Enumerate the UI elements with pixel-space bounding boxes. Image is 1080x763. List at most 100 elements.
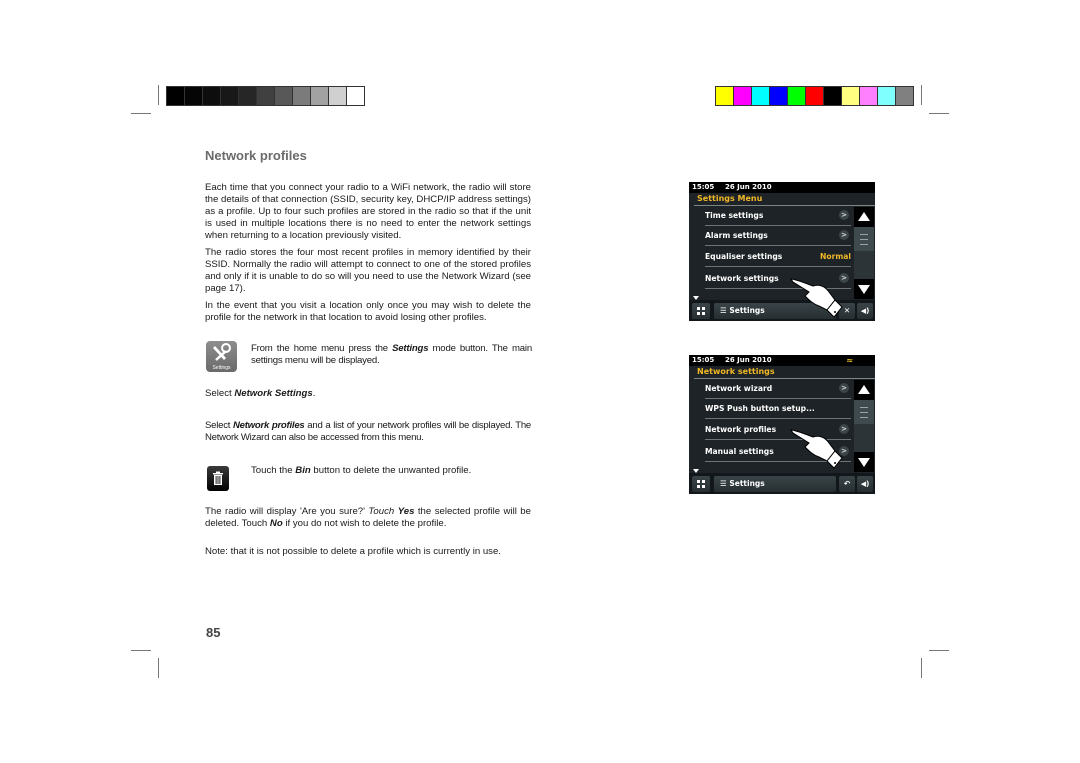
bottom-bar: ☰ Settings ✕ ◀)	[689, 300, 875, 321]
menu-item-alarm-settings[interactable]: Alarm settings >	[705, 226, 851, 246]
radio-screen-network-settings: 15:05 26 Jun 2010 ≈ Network settings Net…	[689, 355, 875, 494]
step-network-profiles: Select Network profiles and a list of yo…	[205, 420, 531, 444]
menu-title: Settings	[729, 479, 765, 488]
text: if you do not wish to delete the profile…	[282, 518, 447, 529]
menu-item-label: Network profiles	[705, 425, 777, 434]
color-swatch	[734, 87, 751, 105]
menu-item-label: WPS Push button setup...	[705, 404, 815, 413]
menu-item-equaliser-settings[interactable]: Equaliser settings Normal	[705, 247, 851, 267]
color-swatch	[329, 87, 346, 105]
clock: 15:05	[692, 183, 715, 191]
scroll-up-button[interactable]	[854, 207, 874, 227]
text: The radio will display 'Are you sure?'	[205, 506, 369, 517]
color-swatch	[752, 87, 769, 105]
scroll-down-button[interactable]	[854, 452, 874, 472]
grayscale-calibration-bar	[166, 86, 365, 106]
speaker-icon: ◀)	[860, 480, 870, 488]
color-swatch	[878, 87, 895, 105]
menu-item-label: Network settings	[705, 274, 779, 283]
menu-title-button[interactable]: ☰ Settings	[714, 476, 836, 492]
scrollbar-thumb[interactable]	[854, 227, 874, 251]
profiles-paragraph: The radio stores the four most recent pr…	[205, 247, 531, 294]
status-bar: 15:05 26 Jun 2010	[689, 182, 875, 193]
home-button[interactable]	[692, 303, 710, 319]
emphasis: Yes	[397, 506, 415, 517]
crop-mark	[158, 658, 159, 678]
note: Note: that it is not possible to delete …	[205, 546, 501, 557]
menu-item-value: Normal	[820, 252, 851, 261]
crop-mark	[929, 113, 949, 114]
color-swatch	[860, 87, 877, 105]
menu-list-icon: ☰	[720, 479, 727, 488]
text: button to delete the unwanted profile.	[310, 465, 472, 476]
step-bin: Touch the Bin button to delete the unwan…	[251, 465, 532, 477]
scrollbar-thumb[interactable]	[854, 400, 874, 424]
color-swatch	[311, 87, 328, 105]
grid-icon	[697, 307, 705, 315]
scroll-down-button[interactable]	[854, 279, 874, 299]
divider	[705, 245, 851, 246]
page-number: 85	[206, 625, 221, 640]
home-button[interactable]	[692, 476, 710, 492]
emphasis: No	[269, 518, 283, 529]
text: Touch the	[251, 465, 296, 476]
text: .	[312, 388, 316, 399]
menu-title: Settings	[729, 306, 765, 315]
text: Select	[205, 388, 235, 399]
step-network-settings: Select Network Settings.	[205, 388, 531, 400]
color-swatch	[842, 87, 859, 105]
step-confirm: The radio will display 'Are you sure?' T…	[205, 506, 531, 530]
back-arrow-icon: ↶	[843, 479, 851, 488]
emphasis: Bin	[295, 465, 311, 476]
bin-icon	[207, 466, 229, 491]
screen-title: Network settings	[697, 367, 775, 376]
emphasis: Touch	[368, 506, 395, 517]
color-swatch	[257, 87, 274, 105]
text: Select	[205, 420, 233, 431]
grid-icon	[697, 480, 705, 488]
back-button[interactable]: ↶	[839, 476, 855, 492]
divider	[705, 418, 851, 419]
color-swatch	[275, 87, 292, 105]
color-swatch	[770, 87, 787, 105]
volume-button[interactable]: ◀)	[857, 303, 873, 319]
color-swatch	[716, 87, 733, 105]
color-swatch	[293, 87, 310, 105]
bottom-bar: ☰ Settings ↶ ◀)	[689, 473, 875, 494]
color-swatch	[203, 87, 220, 105]
crop-mark	[131, 650, 151, 651]
color-swatch	[185, 87, 202, 105]
volume-button[interactable]: ◀)	[857, 476, 873, 492]
color-swatch	[167, 87, 184, 105]
menu-item-label: Network wizard	[705, 384, 773, 393]
crop-mark	[921, 85, 922, 105]
chevron-right-icon: >	[839, 210, 849, 220]
crop-mark	[131, 113, 151, 114]
chevron-right-icon: >	[839, 230, 849, 240]
menu-list-icon: ☰	[720, 306, 727, 315]
page-heading: Network profiles	[205, 148, 307, 163]
close-icon: ✕	[843, 306, 851, 315]
color-swatch	[239, 87, 256, 105]
date: 26 Jun 2010	[725, 183, 772, 191]
emphasis: Network profiles	[232, 420, 305, 431]
intro-paragraph: Each time that you connect your radio to…	[205, 182, 531, 241]
color-swatch	[824, 87, 841, 105]
color-swatch	[347, 87, 364, 105]
crop-mark	[921, 658, 922, 678]
color-swatch	[221, 87, 238, 105]
wifi-icon: ≈	[846, 356, 853, 365]
menu-item-time-settings[interactable]: Time settings >	[705, 206, 851, 226]
scroll-up-button[interactable]	[854, 380, 874, 400]
color-calibration-bar	[715, 86, 914, 106]
text: From the home menu press the	[251, 343, 393, 354]
radio-screen-settings-menu: 15:05 26 Jun 2010 Settings Menu Time set…	[689, 182, 875, 321]
chevron-right-icon: >	[839, 383, 849, 393]
divider	[705, 266, 851, 267]
menu-item-wps-setup[interactable]: WPS Push button setup...	[705, 399, 851, 419]
crop-mark	[929, 650, 949, 651]
color-swatch	[896, 87, 913, 105]
color-swatch	[788, 87, 805, 105]
color-swatch	[806, 87, 823, 105]
menu-item-network-wizard[interactable]: Network wizard >	[705, 379, 851, 399]
